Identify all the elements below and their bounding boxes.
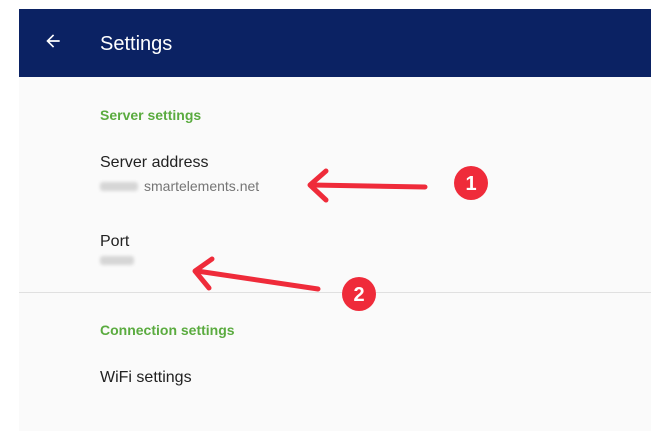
port-title: Port xyxy=(100,233,130,250)
wifi-settings-preference[interactable]: WiFi settings xyxy=(19,359,651,399)
back-button[interactable] xyxy=(35,25,71,61)
wifi-settings-title: WiFi settings xyxy=(100,369,192,386)
app-bar: Settings xyxy=(19,9,651,77)
redacted-text xyxy=(100,256,134,265)
section-divider xyxy=(19,292,651,293)
section-header-connection-settings: Connection settings xyxy=(100,322,235,338)
settings-screen: Settings Server settings Server address … xyxy=(19,9,651,431)
port-preference[interactable]: Port xyxy=(19,224,651,288)
page-title: Settings xyxy=(100,33,173,55)
server-address-domain: smartelements.net xyxy=(144,178,260,194)
server-address-title: Server address xyxy=(100,154,209,171)
server-address-preference[interactable]: Server address smartelements.net xyxy=(19,145,651,209)
redacted-text xyxy=(100,181,138,191)
port-summary xyxy=(100,256,134,265)
section-header-server-settings: Server settings xyxy=(100,107,202,123)
server-address-summary: smartelements.net xyxy=(100,177,259,195)
arrow-back-icon xyxy=(43,31,63,56)
